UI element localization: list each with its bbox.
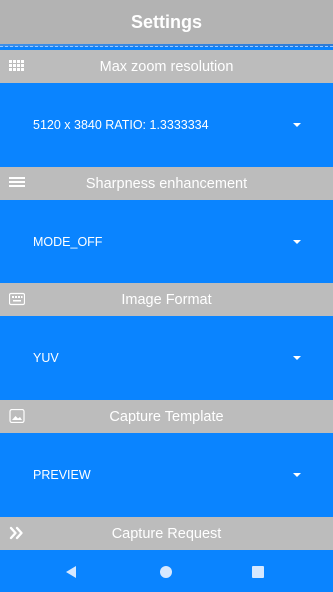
section-header-capture-template: Capture Template [0,400,333,433]
page-title: Settings [130,11,202,32]
sharpness-enhancement-dropdown[interactable]: MODE_OFF [0,200,333,284]
dropdown-value: PREVIEW [33,468,91,482]
title-bar: Settings [0,0,333,44]
section-header-image-format: Image Format [0,283,333,316]
title-divider [0,44,333,47]
section-header-label: Capture Request [111,525,222,542]
keyboard-icon [9,292,25,306]
dropdown-arrow-icon [293,123,301,127]
dropdown-arrow-icon [293,240,301,244]
dropdown-value: 5120 x 3840 RATIO: 1.3333334 [33,118,209,132]
capture-template-dropdown[interactable]: PREVIEW [0,433,333,517]
dropdown-arrow-icon [293,473,301,477]
grid-icon [9,60,24,71]
image-format-dropdown[interactable]: YUV [0,316,333,400]
lines-icon [9,177,25,187]
dropdown-value: MODE_OFF [33,235,103,249]
dropdown-value: YUV [33,351,59,365]
dropdown-arrow-icon [293,356,301,360]
double-chevron-icon [9,526,23,540]
section-header-label: Sharpness enhancement [85,175,248,192]
section-header-max-zoom: Max zoom resolution [0,50,333,83]
section-header-label: Capture Template [109,408,224,425]
section-header-label: Max zoom resolution [99,58,234,75]
back-icon[interactable] [66,566,76,578]
section-header-capture-request: Capture Request [0,517,333,550]
section-header-label: Image Format [121,291,212,308]
recents-icon[interactable] [252,566,264,578]
image-icon [9,409,25,423]
max-zoom-resolution-dropdown[interactable]: 5120 x 3840 RATIO: 1.3333334 [0,83,333,167]
system-navigation-bar [0,550,333,592]
home-icon[interactable] [160,566,172,578]
section-header-sharpness: Sharpness enhancement [0,167,333,200]
